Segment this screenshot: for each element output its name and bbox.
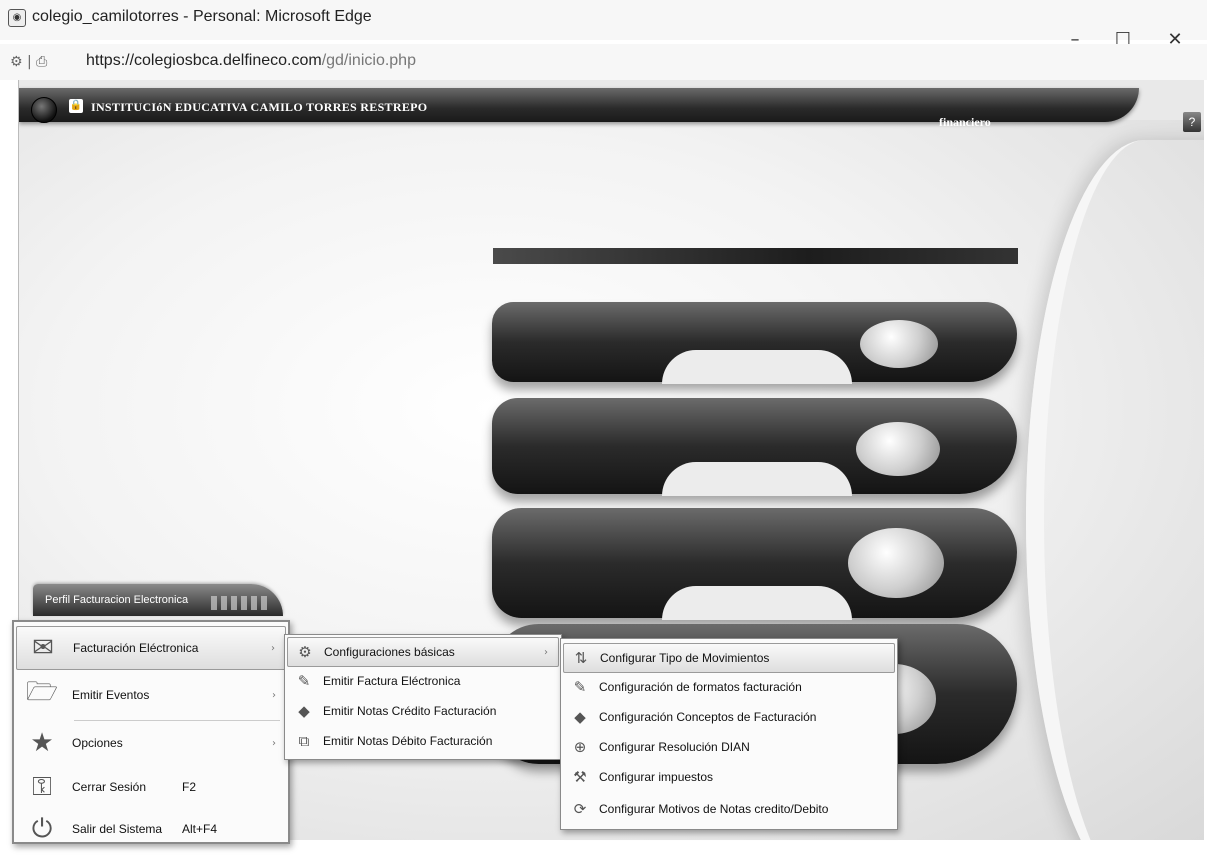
submenu-configuraciones: ⇅ Configurar Tipo de Movimientos ✎ Confi… <box>560 638 898 830</box>
menu-item-label: Configuraciones básicas <box>324 645 455 659</box>
logo-notch <box>662 350 852 384</box>
logo-segment <box>492 508 1017 620</box>
user-name: financiero <box>939 115 991 129</box>
menu-item-label: Emitir Eventos <box>72 688 150 702</box>
menu-item-emitir-notas-credito[interactable]: ◆ Emitir Notas Crédito Facturación <box>287 697 559 725</box>
logo-sphere <box>856 422 940 476</box>
menu-item-configurar-resolucion-dian[interactable]: ⊕ Configurar Resolución DIAN <box>563 733 895 761</box>
logo-notch <box>662 462 852 496</box>
logo-sphere <box>860 320 938 368</box>
submenu-facturacion: ⚙ Configuraciones básicas › ✎ Emitir Fac… <box>284 634 562 760</box>
lock-icon: 🔒 <box>69 99 83 113</box>
power-icon: ⏻ <box>31 813 53 844</box>
menu-item-configuracion-conceptos[interactable]: ◆ Configuración Conceptos de Facturación <box>563 703 895 731</box>
gear-document-icon: ⚙ <box>298 643 312 661</box>
menu-item-emitir-eventos[interactable]: 🗁 Emitir Eventos › <box>16 674 286 716</box>
menu-separator <box>74 720 280 721</box>
menu-item-configuraciones-basicas[interactable]: ⚙ Configuraciones básicas › <box>287 637 559 667</box>
menu-item-cerrar-sesion[interactable]: ⚿ Cerrar Sesión F2 <box>16 766 286 808</box>
pencil-icon: ✎ <box>573 678 587 696</box>
keys-icon: ⚿ <box>32 771 52 802</box>
pencil-icon: ✎ <box>297 672 311 690</box>
app-header: 🔒 INSTITUCIóN EDUCATIVA CAMILO TORRES RE… <box>19 88 1139 129</box>
speaker-icon: ◉ <box>8 9 26 27</box>
menu-item-emitir-factura[interactable]: ✎ Emitir Factura Eléctronica <box>287 667 559 695</box>
shortcut-label: Alt+F4 <box>182 822 218 836</box>
url-path: /gd/inicio.php <box>321 52 416 69</box>
url-host: https://colegiosbca.delfineco.com <box>86 52 322 69</box>
institution-name: INSTITUCIóN EDUCATIVA CAMILO TORRES REST… <box>91 100 428 114</box>
menu-item-configurar-impuestos[interactable]: ⚒ Configurar impuestos <box>563 763 895 791</box>
help-button[interactable]: ? <box>1183 112 1201 132</box>
tag-icon: ◆ <box>298 702 310 720</box>
profile-tab[interactable]: Perfil Facturacion Electronica <box>33 584 283 616</box>
menu-item-salir-del-sistema[interactable]: ⏻ Salir del Sistema Alt+F4 <box>16 808 286 850</box>
logo-top-bar <box>493 248 1018 264</box>
bars-decoration-icon <box>211 596 271 610</box>
menu-item-facturacion-electronica[interactable]: ✉ Facturación Eléctronica › <box>16 626 286 670</box>
menu-item-label: Emitir Notas Débito Facturación <box>323 734 493 748</box>
menu-item-configuracion-formatos[interactable]: ✎ Configuración de formatos facturación <box>563 673 895 701</box>
menu-item-label: Configuración Conceptos de Facturación <box>599 710 817 724</box>
menu-item-label: Salir del Sistema <box>72 822 163 836</box>
address-bar[interactable]: ⚙ | ⎙ https://colegiosbca.delfineco.com/… <box>0 44 1207 80</box>
menu-item-label: Configuración de formatos facturación <box>599 680 802 694</box>
notes-icon: ⟳ <box>573 800 587 818</box>
menu-item-label: Emitir Factura Eléctronica <box>323 674 461 688</box>
wrench-icon: ⚒ <box>573 768 587 786</box>
menu-item-label: Opciones <box>72 736 123 750</box>
menu-item-label: Configurar Resolución DIAN <box>599 740 750 754</box>
menu-item-label: Facturación Eléctronica <box>73 641 199 655</box>
movements-icon: ⇅ <box>574 649 588 667</box>
tag-icon: ◆ <box>574 708 586 726</box>
chevron-right-icon: › <box>271 642 275 654</box>
chevron-right-icon: › <box>544 646 548 658</box>
menu-item-opciones[interactable]: ★ Opciones › <box>16 722 286 764</box>
logo-notch <box>662 586 852 620</box>
menu-item-configurar-tipo-movimientos[interactable]: ⇅ Configurar Tipo de Movimientos <box>563 643 895 673</box>
logo-sphere <box>848 528 944 598</box>
window-title: colegio_camilotorres - Personal: Microso… <box>32 8 372 25</box>
main-menu: ✉ Facturación Eléctronica › 🗁 Emitir Eve… <box>12 620 290 844</box>
profile-label: Perfil Facturacion Electronica <box>45 594 189 606</box>
circle-plus-icon: ⊕ <box>573 738 587 756</box>
star-icon: ★ <box>30 728 54 758</box>
site-info-icon[interactable]: ⚙ | ⎙ <box>10 54 47 70</box>
start-orb-icon[interactable] <box>31 97 57 123</box>
copy-document-icon: ⧉ <box>298 732 310 750</box>
folder-icon: 🗁 <box>25 677 59 707</box>
shortcut-label: F2 <box>182 780 197 794</box>
url-field[interactable]: https://colegiosbca.delfineco.com/gd/ini… <box>86 52 416 70</box>
envelope-icon: ✉ <box>32 633 54 663</box>
menu-item-label: Configurar impuestos <box>599 770 714 784</box>
logo-segment <box>492 302 1017 384</box>
menu-item-label: Configurar Motivos de Notas credito/Debi… <box>599 802 829 816</box>
menu-item-label: Cerrar Sesión <box>72 780 147 794</box>
menu-item-label: Emitir Notas Crédito Facturación <box>323 704 497 718</box>
window-titlebar: ◉ colegio_camilotorres - Personal: Micro… <box>0 0 1207 50</box>
menu-item-emitir-notas-debito[interactable]: ⧉ Emitir Notas Débito Facturación <box>287 727 559 755</box>
menu-item-label: Configurar Tipo de Movimientos <box>600 651 770 665</box>
menu-item-configurar-motivos-notas[interactable]: ⟳ Configurar Motivos de Notas credito/De… <box>563 795 895 823</box>
logo-segment <box>492 398 1017 496</box>
